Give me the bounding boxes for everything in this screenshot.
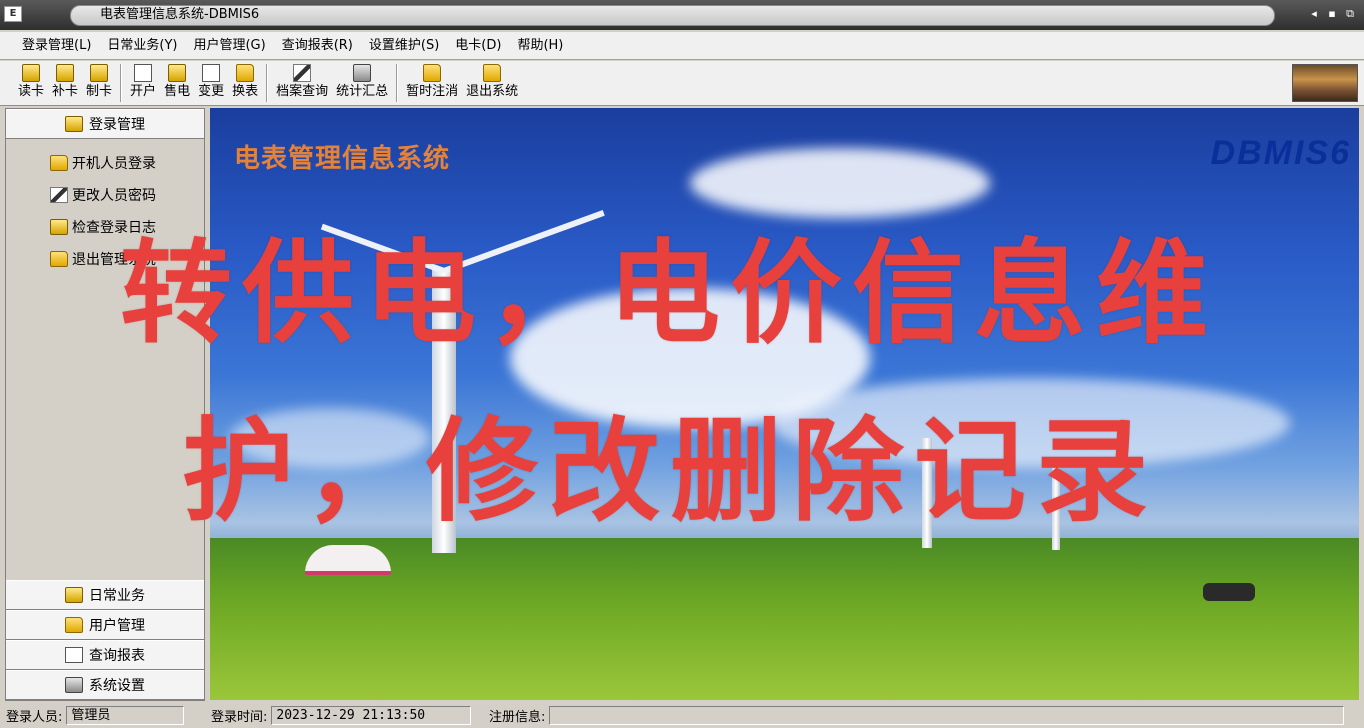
swap-meter-button[interactable]: 换表 [228, 61, 262, 105]
status-user: 登录人员: 管理员 [0, 705, 205, 726]
logout-temp-icon [423, 64, 442, 82]
sidebar-item-startup-login[interactable]: 开机人员登录 [6, 147, 204, 179]
change-icon [202, 64, 221, 82]
swap-meter-icon [236, 64, 255, 82]
card-make-icon [90, 64, 109, 82]
statistics-button[interactable]: 统计汇总 [332, 61, 392, 105]
open-account-icon [134, 64, 153, 82]
folder-open-icon [50, 155, 68, 171]
sidebar-header-login[interactable]: 登录管理 [6, 109, 204, 139]
title-bar: E 电表管理信息系统-DBMIS6 ◂ ▪ ⧉ [0, 0, 1364, 30]
settings-icon [65, 677, 83, 693]
menu-report[interactable]: 查询报表(R) [274, 36, 361, 56]
exit-system-icon [483, 64, 502, 82]
sidebar-header-daily[interactable]: 日常业务 [6, 580, 204, 610]
caption-line-1: 转供电，电价信息维 [120, 229, 1218, 359]
open-account-button[interactable]: 开户 [126, 61, 160, 105]
sell-power-button[interactable]: 售电 [160, 61, 194, 105]
exit-folder-icon [50, 251, 68, 267]
status-registration: 注册信息: [483, 705, 1353, 726]
toolbar: 读卡 补卡 制卡 开户 售电 变更 换表 档案查询 统计汇总 暂时注消 退出系统 [0, 61, 1364, 106]
window-title: 电表管理信息系统-DBMIS6 [100, 7, 260, 22]
sidebar-header-settings[interactable]: 系统设置 [6, 670, 204, 700]
menu-user[interactable]: 用户管理(G) [185, 36, 273, 56]
make-card-button[interactable]: 制卡 [82, 61, 116, 105]
status-time-value: 2023-12-29 21:13:50 [271, 706, 472, 725]
status-user-value: 管理员 [66, 706, 185, 725]
status-time: 登录时间: 2023-12-29 21:13:50 [205, 705, 483, 726]
daily-business-icon [65, 587, 83, 603]
stop-icon[interactable]: ▪ [1324, 5, 1340, 23]
archive-search-icon [293, 64, 312, 82]
toolbar-separator [120, 64, 123, 102]
archive-search-button[interactable]: 档案查询 [272, 61, 332, 105]
sidebar-header-user[interactable]: 用户管理 [6, 610, 204, 640]
room-thumbnail [1292, 64, 1358, 102]
toolbar-separator [266, 64, 269, 102]
read-card-button[interactable]: 读卡 [14, 61, 48, 105]
caption-line-2: 护，修改删除记录 [182, 407, 1158, 537]
menu-card[interactable]: 电卡(D) [447, 36, 509, 56]
menu-help[interactable]: 帮助(H) [509, 36, 571, 56]
change-button[interactable]: 变更 [194, 61, 228, 105]
key-user-icon [50, 187, 68, 203]
status-registration-value [549, 706, 1345, 725]
cow [1203, 583, 1255, 601]
minimize-icon[interactable]: ◂ [1306, 5, 1322, 23]
sidebar-header-report[interactable]: 查询报表 [6, 640, 204, 670]
report-icon [65, 647, 83, 663]
card-read-icon [22, 64, 40, 82]
sell-power-icon [168, 64, 187, 82]
exit-system-button[interactable]: 退出系统 [462, 61, 522, 105]
toolbar-separator [396, 64, 399, 102]
menu-daily[interactable]: 日常业务(Y) [99, 36, 185, 56]
window-controls: ◂ ▪ ⧉ [1306, 5, 1358, 23]
log-book-icon [50, 219, 68, 235]
login-manage-icon [65, 116, 83, 132]
restore-icon[interactable]: ⧉ [1342, 5, 1358, 23]
menu-settings[interactable]: 设置维护(S) [361, 36, 447, 56]
temp-logout-button[interactable]: 暂时注消 [402, 61, 462, 105]
user-manage-icon [65, 617, 83, 633]
system-title: 电表管理信息系统 [234, 144, 451, 174]
status-bar: 登录人员: 管理员 登录时间: 2023-12-29 21:13:50 注册信息… [0, 703, 1364, 728]
statistics-icon [353, 64, 372, 82]
sidebar-bottom-groups: 日常业务 用户管理 查询报表 系统设置 [6, 580, 204, 700]
overlay-caption: 转供电，电价信息维 护，修改删除记录 [120, 205, 1260, 561]
replace-card-button[interactable]: 补卡 [48, 61, 82, 105]
app-icon[interactable]: E [4, 6, 22, 22]
menu-login[interactable]: 登录管理(L) [14, 36, 99, 56]
menu-bar: 登录管理(L) 日常业务(Y) 用户管理(G) 查询报表(R) 设置维护(S) … [0, 32, 1364, 60]
card-replace-icon [56, 64, 75, 82]
brand-logo: DBMIS6 [1210, 134, 1351, 172]
